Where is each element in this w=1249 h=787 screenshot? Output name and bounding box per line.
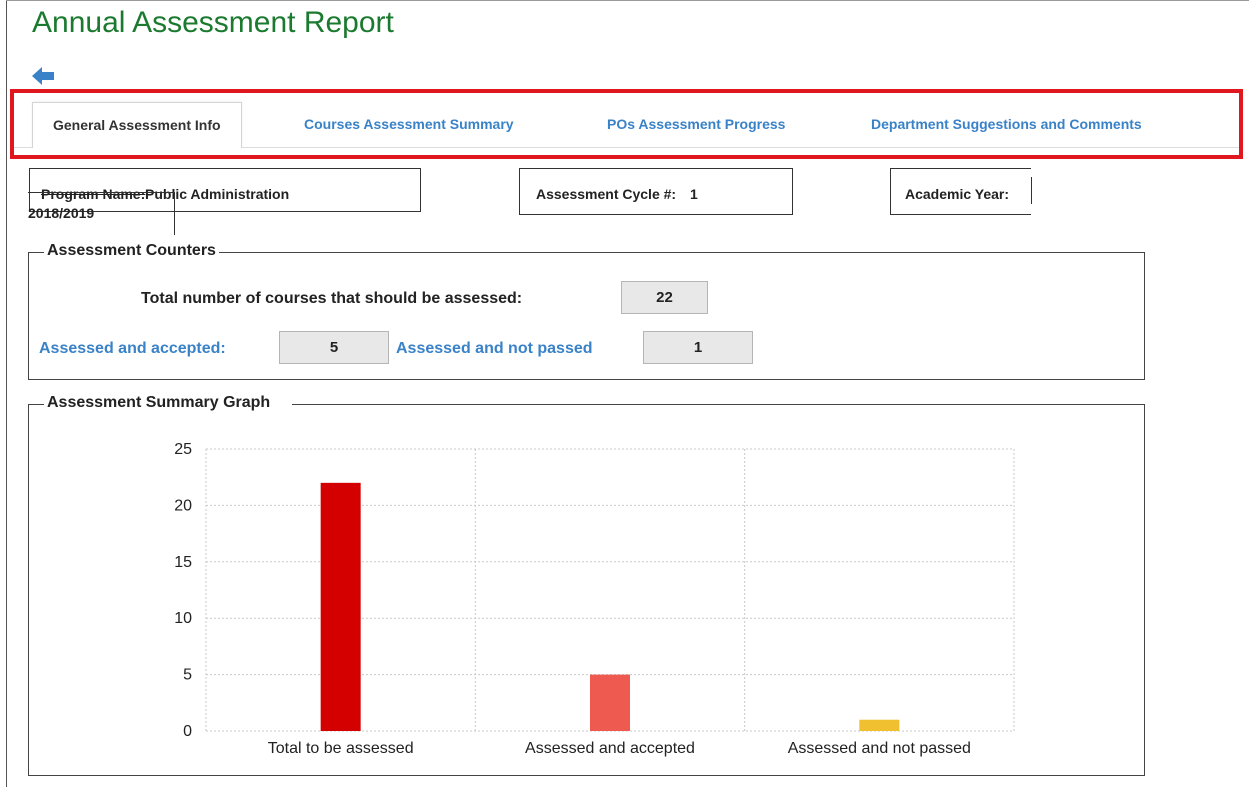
- x-category-label: Assessed and not passed: [788, 740, 971, 757]
- assessment-summary-graph-fieldset: Assessment Summary Graph 0 5 10 15 20 25 Total…: [28, 394, 1145, 776]
- tab-pos-assessment-progress[interactable]: POs Assessment Progress: [607, 102, 785, 147]
- assessment-summary-chart: 0 5 10 15 20 25 Total to be assessed Assessed a…: [174, 441, 1015, 757]
- y-tick-label: 5: [183, 667, 192, 684]
- bar-2: [590, 674, 630, 731]
- academic-year-divider: [1031, 177, 1032, 204]
- assessment-cycle-label: Assessment Cycle #:: [536, 186, 677, 202]
- tab-courses-assessment-summary[interactable]: Courses Assessment Summary: [304, 102, 514, 147]
- y-tick-label: 20: [174, 497, 192, 514]
- assessed-accepted-label: Assessed and accepted:: [39, 340, 226, 357]
- program-year-value: 2018/2019: [28, 205, 95, 221]
- total-courses-value: 22: [621, 281, 708, 314]
- back-arrow-icon[interactable]: [32, 67, 54, 85]
- assessment-counters-legend: Assessment Counters: [44, 242, 219, 260]
- x-category-label: Total to be assessed: [268, 740, 414, 757]
- assessed-not-passed-value: 1: [643, 331, 753, 364]
- window-left-border: [6, 0, 7, 787]
- tab-bar-highlight: General Assessment Info Courses Assessme…: [10, 89, 1243, 159]
- academic-year-label: Academic Year:: [905, 186, 1010, 202]
- y-tick-label: 0: [183, 723, 192, 740]
- assessed-accepted-value: 5: [279, 331, 389, 364]
- academic-year-box: Academic Year:: [890, 168, 1031, 215]
- y-tick-label: 10: [174, 610, 192, 627]
- year-box-divider: [174, 192, 175, 234]
- tab-department-suggestions[interactable]: Department Suggestions and Comments: [871, 102, 1142, 147]
- page-title: Annual Assessment Report: [32, 6, 394, 39]
- assessed-not-passed-label: Assessed and not passed: [396, 340, 593, 357]
- bar-3: [859, 719, 900, 731]
- total-courses-label: Total number of courses that should be a…: [141, 290, 523, 307]
- assessment-cycle-value: 1: [690, 186, 698, 202]
- x-category-label: Assessed and accepted: [525, 740, 695, 757]
- assessment-counters-fieldset: Assessment Counters Total number of cour…: [28, 242, 1145, 380]
- window-top-border: [6, 0, 1249, 1]
- year-overflow-box: 2018/2019: [28, 192, 175, 235]
- y-tick-label: 25: [174, 441, 192, 458]
- tab-general-assessment-info[interactable]: General Assessment Info: [32, 102, 242, 148]
- bar-1: [320, 482, 361, 731]
- assessment-cycle-box: Assessment Cycle #: 1: [519, 168, 793, 215]
- y-tick-label: 15: [174, 554, 192, 571]
